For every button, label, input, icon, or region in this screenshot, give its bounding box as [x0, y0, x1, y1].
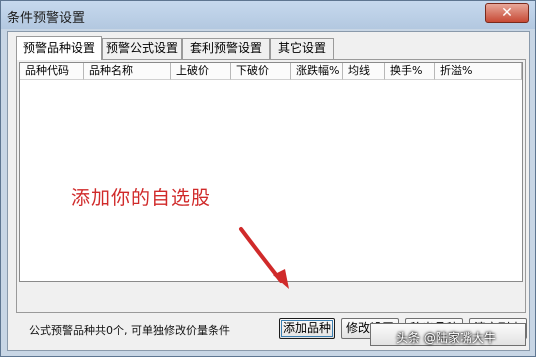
close-icon: ✕	[501, 5, 513, 21]
tab-label: 其它设置	[277, 41, 326, 55]
annotation-arrow-icon	[239, 227, 289, 289]
column-header-turnover[interactable]: 换手%	[385, 63, 435, 80]
tab-label: 套利预警设置	[189, 41, 262, 55]
tab-arbitrage-settings[interactable]: 套利预警设置	[182, 38, 270, 59]
column-header-change-pct[interactable]: 涨跌幅%	[291, 63, 343, 80]
tab-label: 预警公式设置	[105, 41, 178, 55]
status-text: 公式预警品种共0个, 可单独修改价量条件	[29, 324, 230, 337]
title-bar[interactable]: 条件预警设置 ✕	[1, 1, 535, 29]
tab-formula-settings[interactable]: 预警公式设置	[102, 38, 182, 59]
add-symbol-button[interactable]: 添加品种	[279, 318, 335, 339]
column-header-lower-break[interactable]: 下破价	[231, 63, 291, 80]
window-title: 条件预警设置	[7, 11, 86, 26]
column-header-moving-average[interactable]: 均线	[343, 63, 385, 80]
table-header: 品种代码 品种名称 上破价 下破价 涨跌幅% 均线 换手% 折溢%	[20, 63, 522, 80]
column-header-name[interactable]: 品种名称	[84, 63, 171, 80]
tab-other-settings[interactable]: 其它设置	[270, 38, 334, 59]
column-header-premium[interactable]: 折溢%	[435, 63, 522, 80]
watermark: 头条 @陆家嘴大牛	[396, 331, 496, 345]
annotation-text: 添加你的自选股	[71, 187, 212, 209]
tab-label: 预警品种设置	[22, 41, 95, 55]
tab-symbol-settings[interactable]: 预警品种设置	[16, 36, 102, 60]
column-header-upper-break[interactable]: 上破价	[171, 63, 231, 80]
close-button[interactable]: ✕	[485, 3, 529, 23]
column-header-code[interactable]: 品种代码	[20, 63, 84, 80]
dialog-window: 条件预警设置 ✕ 预警品种设置 预警公式设置 套利预警设置 其它设置 品种代码	[0, 0, 536, 357]
